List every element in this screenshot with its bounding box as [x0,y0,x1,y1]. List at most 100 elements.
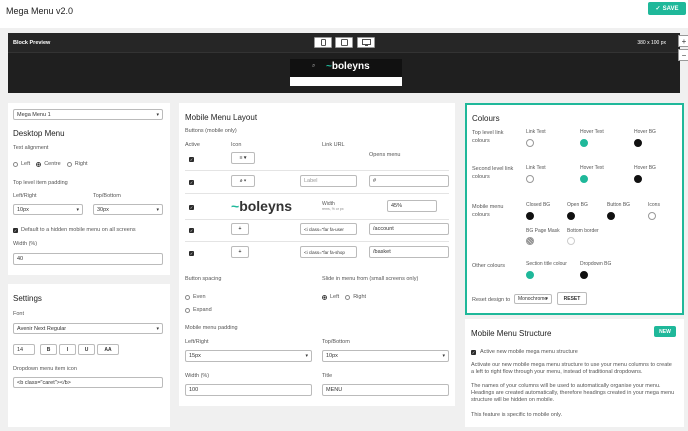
row2-url-input[interactable]: # [369,175,449,187]
default-hidden-label: Default to a hidden mobile menu on all s… [21,227,136,233]
align-centre-radio[interactable] [36,161,42,167]
desktop-width-input[interactable]: 40 [13,253,163,265]
slide-right-radio[interactable] [345,294,351,300]
reset-button[interactable]: RESET [557,292,587,305]
row4-icon-code-input[interactable]: <i class="far fa-user [300,223,357,235]
button-bg-swatch[interactable] [607,212,615,220]
font-size-input[interactable]: 14 [13,344,35,355]
default-hidden-row: ✓ Default to a hidden mobile menu on all… [13,227,136,233]
new-badge: NEW [654,326,676,337]
row3-active-checkbox[interactable]: ✓ [189,205,194,210]
save-label: SAVE [662,5,679,12]
row-divider [185,170,449,171]
bottom-border-label: Bottom border [567,228,599,234]
top-hover-bg-label: Hover BG [634,129,656,135]
other-colours-label: Other colours [472,263,506,269]
row-divider [185,193,449,194]
chevron-down-icon: ▾ [76,206,79,213]
underline-button[interactable]: U [78,344,95,355]
mobile-tb-label: Top/Bottom [322,339,350,345]
top-hover-text-swatch[interactable] [580,139,588,147]
preview-menu-bar: ⌕ ~boleyns [290,59,402,77]
align-left-label: Left [21,161,31,167]
col-icon: Icon [231,142,242,148]
save-button[interactable]: ✓ SAVE [648,2,686,15]
structure-active-checkbox[interactable]: ✓ [471,349,476,355]
open-bg-label: Open BG [567,202,588,208]
structure-para-2: The names of your columns will be used t… [471,383,675,403]
desktop-width-label: Width (%) [13,241,38,247]
bold-button[interactable]: B [40,344,57,355]
align-left-radio[interactable] [13,161,18,167]
button-spacing-label: Button spacing [185,276,222,282]
default-hidden-checkbox[interactable]: ✓ [13,227,18,233]
open-bg-swatch[interactable] [567,212,575,220]
font-select[interactable]: Avenir Next Regular ▾ [13,323,163,334]
zoom-in-button[interactable]: + [678,35,688,47]
check-icon: ✓ [655,6,661,12]
settings-panel: Settings Font Avenir Next Regular ▾ 14 B … [8,284,170,427]
structure-active-label: Active new mobile mega menu structure [480,349,578,355]
slide-left-radio[interactable] [322,294,327,300]
top-level-padding-label: Top level item padding [13,180,68,186]
mobile-view-button[interactable] [314,37,332,48]
preview-dimensions: 380 x 100 px [637,40,666,46]
desktop-menu-panel: Mega Menu 1 ▾ Desktop Menu Text alignment… [8,103,170,275]
tablet-view-button[interactable] [335,37,353,48]
second-hover-bg-label: Hover BG [634,165,656,171]
desktop-lr-label: Left/Right [13,193,37,199]
bg-page-mask-swatch[interactable] [526,237,534,245]
second-link-text-swatch[interactable] [526,175,534,183]
spacing-even-radio[interactable] [185,294,190,300]
row4-active-checkbox[interactable]: ✓ [189,228,194,233]
mobile-menu-layout-panel: Mobile Menu Layout Buttons (mobile only)… [179,103,455,406]
row4-url-input[interactable]: /account [369,223,449,235]
reset-label: Reset design to [472,297,511,303]
spacing-expand-row: Expand [185,307,212,313]
section-title-colour-label: Section title colour [526,261,567,267]
mobile-lr-select[interactable]: 15px ▾ [185,350,312,362]
second-hover-text-swatch[interactable] [580,175,588,183]
row5-active-checkbox[interactable]: ✓ [189,251,194,256]
zoom-out-button[interactable]: − [678,49,688,61]
bottom-border-swatch[interactable] [567,237,575,245]
dropdown-icon-input[interactable]: <b class="caret"></b> [13,377,163,388]
row1-icon-select[interactable]: ≡ ▾ [231,152,255,164]
menu-select[interactable]: Mega Menu 1 ▾ [13,109,163,120]
section-title-colour-swatch[interactable] [526,271,534,279]
dropdown-bg-swatch[interactable] [580,271,588,279]
reset-design-select[interactable]: Monochrome ▾ [514,294,552,304]
row2-label-input[interactable]: Label [300,175,357,187]
desktop-lr-select[interactable]: 10px ▾ [13,204,83,215]
desktop-lr-value: 10px [17,206,29,213]
spacing-expand-radio[interactable] [185,307,190,313]
desktop-view-button[interactable] [357,37,375,48]
row2-icon-select[interactable]: ⌕ ▾ [231,175,255,187]
row2-active-checkbox[interactable]: ✓ [189,180,194,185]
mobile-tb-select[interactable]: 10px ▾ [322,350,449,362]
col-opens: Opens menu [369,152,401,158]
closed-bg-swatch[interactable] [526,212,534,220]
row5-add-icon-button[interactable]: + [231,246,249,258]
second-hover-bg-swatch[interactable] [634,175,642,183]
mobile-width-input[interactable]: 100 [185,384,312,396]
top-hover-bg-swatch[interactable] [634,139,642,147]
align-right-radio[interactable] [66,161,72,167]
mobile-structure-panel: Mobile Menu Structure NEW ✓ Active new m… [465,319,684,427]
caps-button[interactable]: AA [97,344,119,355]
logo-width-input[interactable]: 45% [387,200,437,212]
row4-add-icon-button[interactable]: + [231,223,249,235]
font-label: Font [13,311,25,317]
row5-icon-code-input[interactable]: <i class="far fa-shop [300,246,357,258]
mobile-title-input[interactable]: MENU [322,384,449,396]
structure-title: Mobile Menu Structure [471,329,552,338]
italic-button[interactable]: I [59,344,76,355]
align-right-label: Right [74,161,88,167]
row1-active-checkbox[interactable]: ✓ [189,157,194,162]
desktop-tb-select[interactable]: 30px ▾ [93,204,163,215]
preview-label: Block Preview [13,40,51,46]
desktop-tb-label: Top/Bottom [93,193,121,199]
top-link-text-swatch[interactable] [526,139,534,147]
row5-url-input[interactable]: /basket [369,246,449,258]
icons-swatch[interactable] [648,212,656,220]
